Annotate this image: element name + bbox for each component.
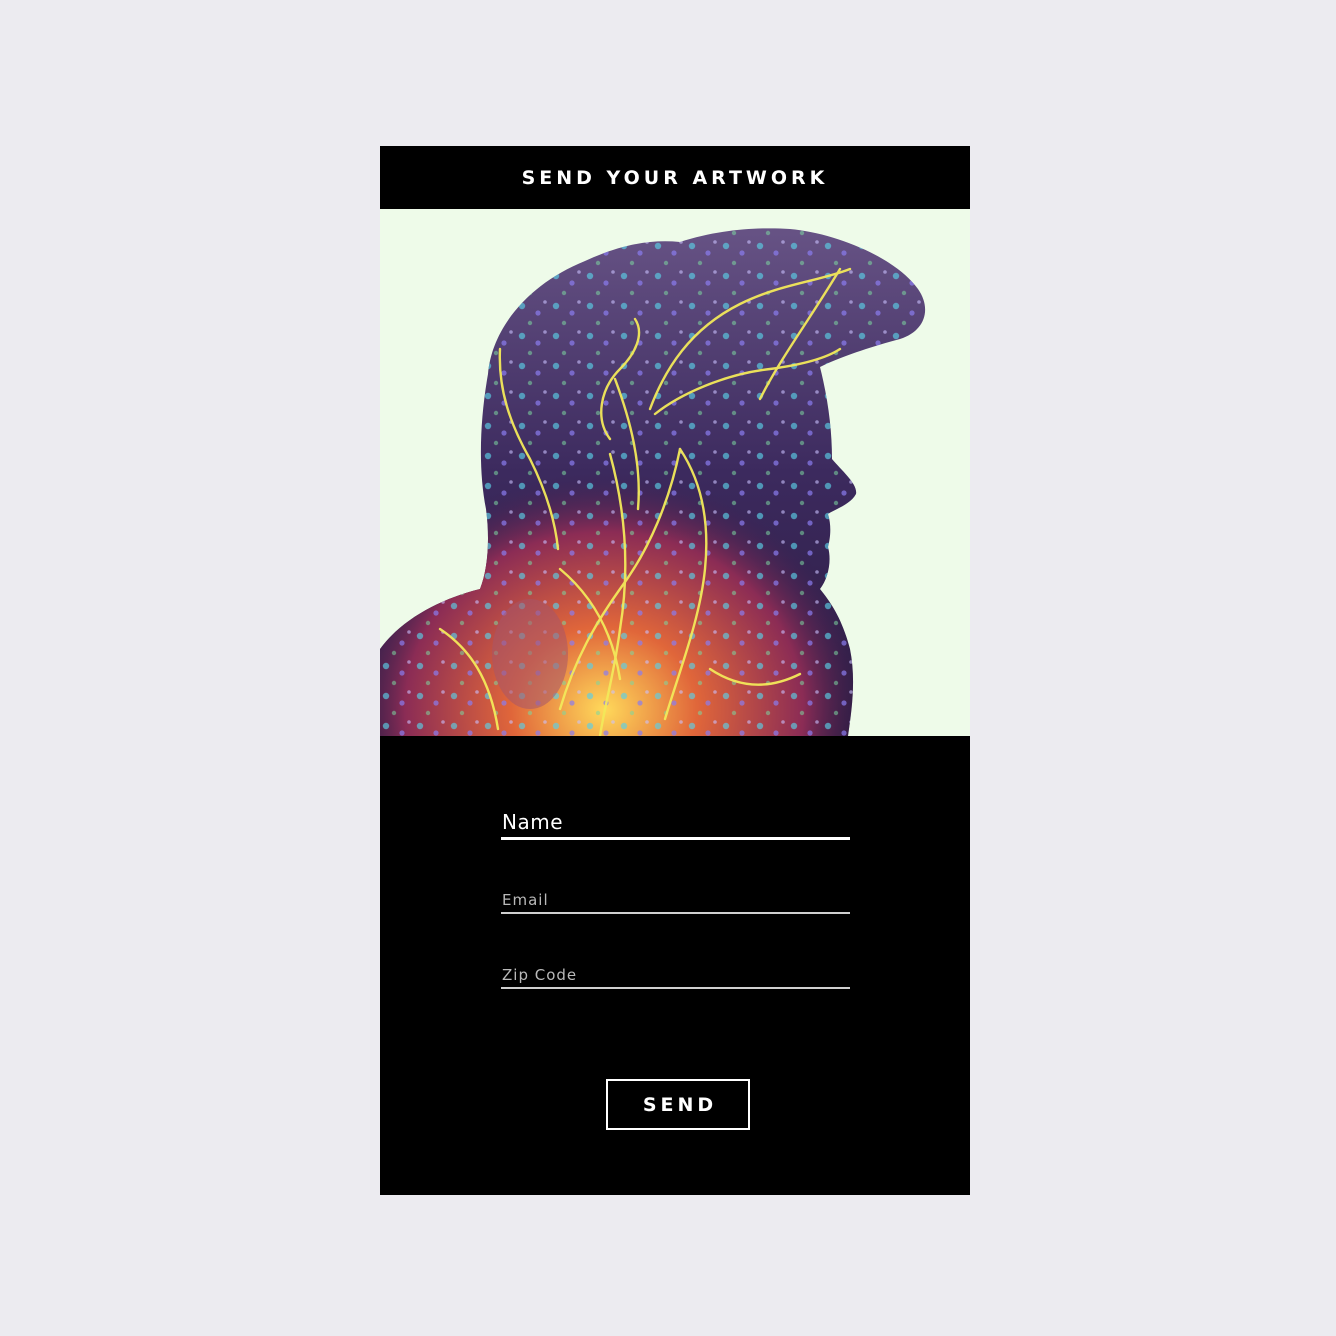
send-button[interactable]: SEND (606, 1079, 750, 1130)
name-field-label: Name (502, 810, 564, 834)
artwork-image (380, 209, 970, 736)
zip-code-field-underline (501, 987, 850, 989)
zip-code-field-label: Zip Code (502, 966, 578, 984)
zip-code-field[interactable]: Zip Code (501, 966, 850, 989)
page-title: SEND YOUR ARTWORK (521, 166, 829, 189)
name-field-underline (501, 837, 850, 840)
email-field-label: Email (502, 891, 549, 909)
artwork-submission-card: SEND YOUR ARTWORK Name Email Zip Code SE… (380, 146, 970, 1195)
profile-silhouette-artwork (380, 209, 970, 736)
email-field-underline (501, 912, 850, 914)
name-field[interactable]: Name (501, 804, 850, 840)
email-field[interactable]: Email (501, 891, 850, 914)
